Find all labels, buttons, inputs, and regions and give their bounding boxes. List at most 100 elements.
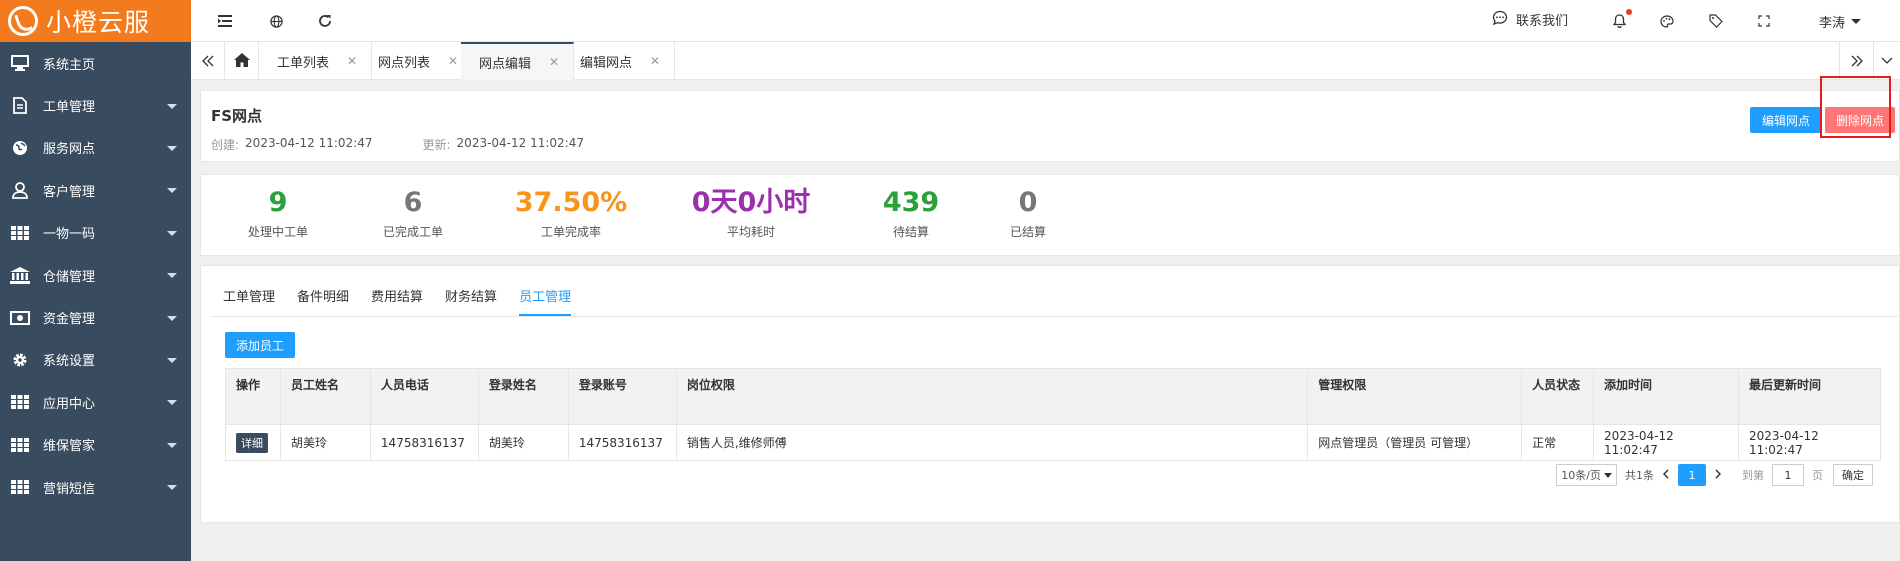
added-time: 2023-04-12 11:02:47 (1593, 424, 1739, 461)
tab-workorder-list[interactable]: 工单列表 ✕ (259, 42, 373, 80)
sidebar-item-workorders[interactable]: 工单管理 (0, 84, 191, 126)
outlet-info-panel: FS网点 创建: 2023-04-12 11:02:47 更新: 2023-04… (200, 90, 1900, 162)
col-header: 操作 (225, 368, 281, 425)
prev-page-icon[interactable] (1662, 468, 1669, 482)
sidebar-item-label: 营销短信 (43, 481, 96, 497)
col-header: 员工姓名 (279, 368, 371, 425)
close-icon[interactable]: ✕ (347, 54, 357, 68)
total-count: 共1条 (1625, 469, 1654, 482)
sidebar-item-customers[interactable]: 客户管理 (0, 169, 191, 211)
stat-processing: 9 处理中工单 (208, 185, 348, 240)
gear-icon (10, 350, 30, 370)
home-icon (233, 52, 250, 70)
contact-us-label: 联系我们 (1516, 14, 1569, 29)
close-icon[interactable]: ✕ (549, 55, 559, 69)
sidebar-item-sms[interactable]: 营销短信 (0, 466, 191, 508)
employee-name: 胡美玲 (279, 424, 371, 461)
stat-average-time: 0天0小时 平均耗时 (671, 185, 831, 240)
caret-down-icon (167, 145, 177, 151)
user-name: 李涛 (1819, 16, 1846, 31)
sub-tab-bar: 工单管理 备件明细 费用结算 财务结算 员工管理 (223, 280, 593, 316)
tab-employees[interactable]: 员工管理 (519, 280, 572, 316)
close-icon[interactable]: ✕ (448, 54, 458, 68)
user-menu[interactable]: 李涛 (1819, 12, 1862, 31)
tab-outlet-edit[interactable]: 网点编辑 ✕ (461, 42, 575, 80)
col-header: 最后更新时间 (1737, 368, 1882, 425)
sidebar-item-qrcode[interactable]: 一物一码 (0, 212, 191, 254)
sidebar-item-label: 一物一码 (43, 227, 96, 243)
user-icon (10, 180, 30, 200)
sidebar-item-label: 客户管理 (43, 184, 96, 200)
brand-logo[interactable]: 小橙云服 (0, 0, 191, 42)
tabs-menu-icon[interactable] (1873, 42, 1900, 80)
caret-down-icon (167, 273, 177, 279)
sidebar-item-label: 系统主页 (43, 57, 96, 73)
sidebar-item-label: 应用中心 (43, 396, 96, 412)
menu-toggle-icon[interactable] (215, 11, 235, 31)
globe-icon (10, 138, 30, 158)
sidebar: 系统主页 工单管理 服务网点 客户管理 一物一码 仓储管理 资金管理 系统设置 … (0, 42, 191, 561)
tab-edit-outlet[interactable]: 编辑网点 ✕ (562, 42, 676, 80)
tabs-scroll-right-icon[interactable] (1839, 42, 1873, 80)
detail-button[interactable]: 详细 (236, 432, 268, 453)
delete-outlet-button[interactable]: 删除网点 (1825, 107, 1895, 133)
page-button-current[interactable]: 1 (1678, 464, 1706, 486)
add-employee-button[interactable]: 添加员工 (225, 332, 295, 358)
caret-down-icon (167, 188, 177, 194)
palette-icon[interactable] (1657, 11, 1677, 31)
chevron-down-icon (1604, 472, 1612, 478)
stat-value: 0天0小时 (691, 187, 811, 218)
stat-label: 处理中工单 (247, 225, 308, 239)
sidebar-item-label: 维保管家 (43, 439, 96, 455)
goto-page-input[interactable]: 1 (1772, 464, 1804, 486)
bell-icon[interactable] (1609, 9, 1632, 31)
tab-finance[interactable]: 财务结算 (445, 280, 497, 316)
refresh-icon[interactable] (315, 11, 335, 31)
home-tab[interactable] (225, 42, 259, 80)
chat-icon (1492, 10, 1508, 29)
next-page-icon[interactable] (1715, 468, 1722, 482)
sidebar-item-settings[interactable]: 系统设置 (0, 339, 191, 381)
tab-outlet-list[interactable]: 网点列表 ✕ (360, 42, 474, 80)
stat-label: 工单完成率 (540, 225, 601, 239)
bank-icon (10, 265, 30, 285)
stat-label: 平均耗时 (726, 225, 775, 239)
tab-workorders[interactable]: 工单管理 (223, 280, 275, 316)
stat-value: 9 (268, 187, 288, 218)
tab-fees[interactable]: 费用结算 (371, 280, 423, 316)
sidebar-item-home[interactable]: 系统主页 (0, 42, 191, 84)
globe-icon[interactable] (266, 11, 286, 31)
caret-down-icon (167, 485, 177, 491)
contact-us-link[interactable]: 联系我们 (1492, 10, 1568, 29)
sidebar-item-outlets[interactable]: 服务网点 (0, 127, 191, 169)
caret-down-icon (167, 442, 177, 448)
login-name: 胡美玲 (477, 424, 569, 461)
grid-icon (10, 392, 30, 412)
employee-table: 操作 员工姓名 人员电话 登录姓名 登录账号 岗位权限 管理权限 人员状态 添加… (225, 368, 1882, 461)
col-header: 登录姓名 (477, 368, 569, 425)
col-header: 岗位权限 (675, 368, 1309, 425)
page-size-select[interactable]: 10条/页 (1556, 464, 1617, 486)
sidebar-item-warehouse[interactable]: 仓储管理 (0, 254, 191, 296)
caret-down-icon (167, 400, 177, 406)
stat-value: 6 (403, 187, 423, 218)
stats-panel: 9 处理中工单 6 已完成工单 37.50% 工单完成率 0天0小时 平均耗时 … (200, 174, 1900, 256)
sidebar-item-label: 仓储管理 (43, 269, 96, 285)
tab-label: 工单列表 (277, 55, 330, 71)
updated-time: 2023-04-12 11:02:47 (456, 136, 584, 150)
tabs-scroll-left-icon[interactable] (191, 42, 225, 80)
sidebar-item-apps[interactable]: 应用中心 (0, 381, 191, 423)
top-header: 联系我们 李涛 (191, 0, 1900, 42)
tab-parts[interactable]: 备件明细 (297, 280, 349, 316)
stat-value: 0 (1018, 187, 1038, 218)
edit-outlet-button[interactable]: 编辑网点 (1750, 107, 1822, 133)
col-header: 人员状态 (1521, 368, 1595, 425)
goto-confirm-button[interactable]: 确定 (1833, 464, 1873, 486)
stat-value: 37.50% (514, 187, 628, 218)
tag-icon[interactable] (1706, 11, 1726, 31)
fullscreen-icon[interactable] (1754, 11, 1774, 31)
sidebar-item-funds[interactable]: 资金管理 (0, 296, 191, 338)
close-icon[interactable]: ✕ (650, 54, 660, 68)
sidebar-item-maintenance[interactable]: 维保管家 (0, 424, 191, 466)
monitor-icon (10, 53, 30, 73)
